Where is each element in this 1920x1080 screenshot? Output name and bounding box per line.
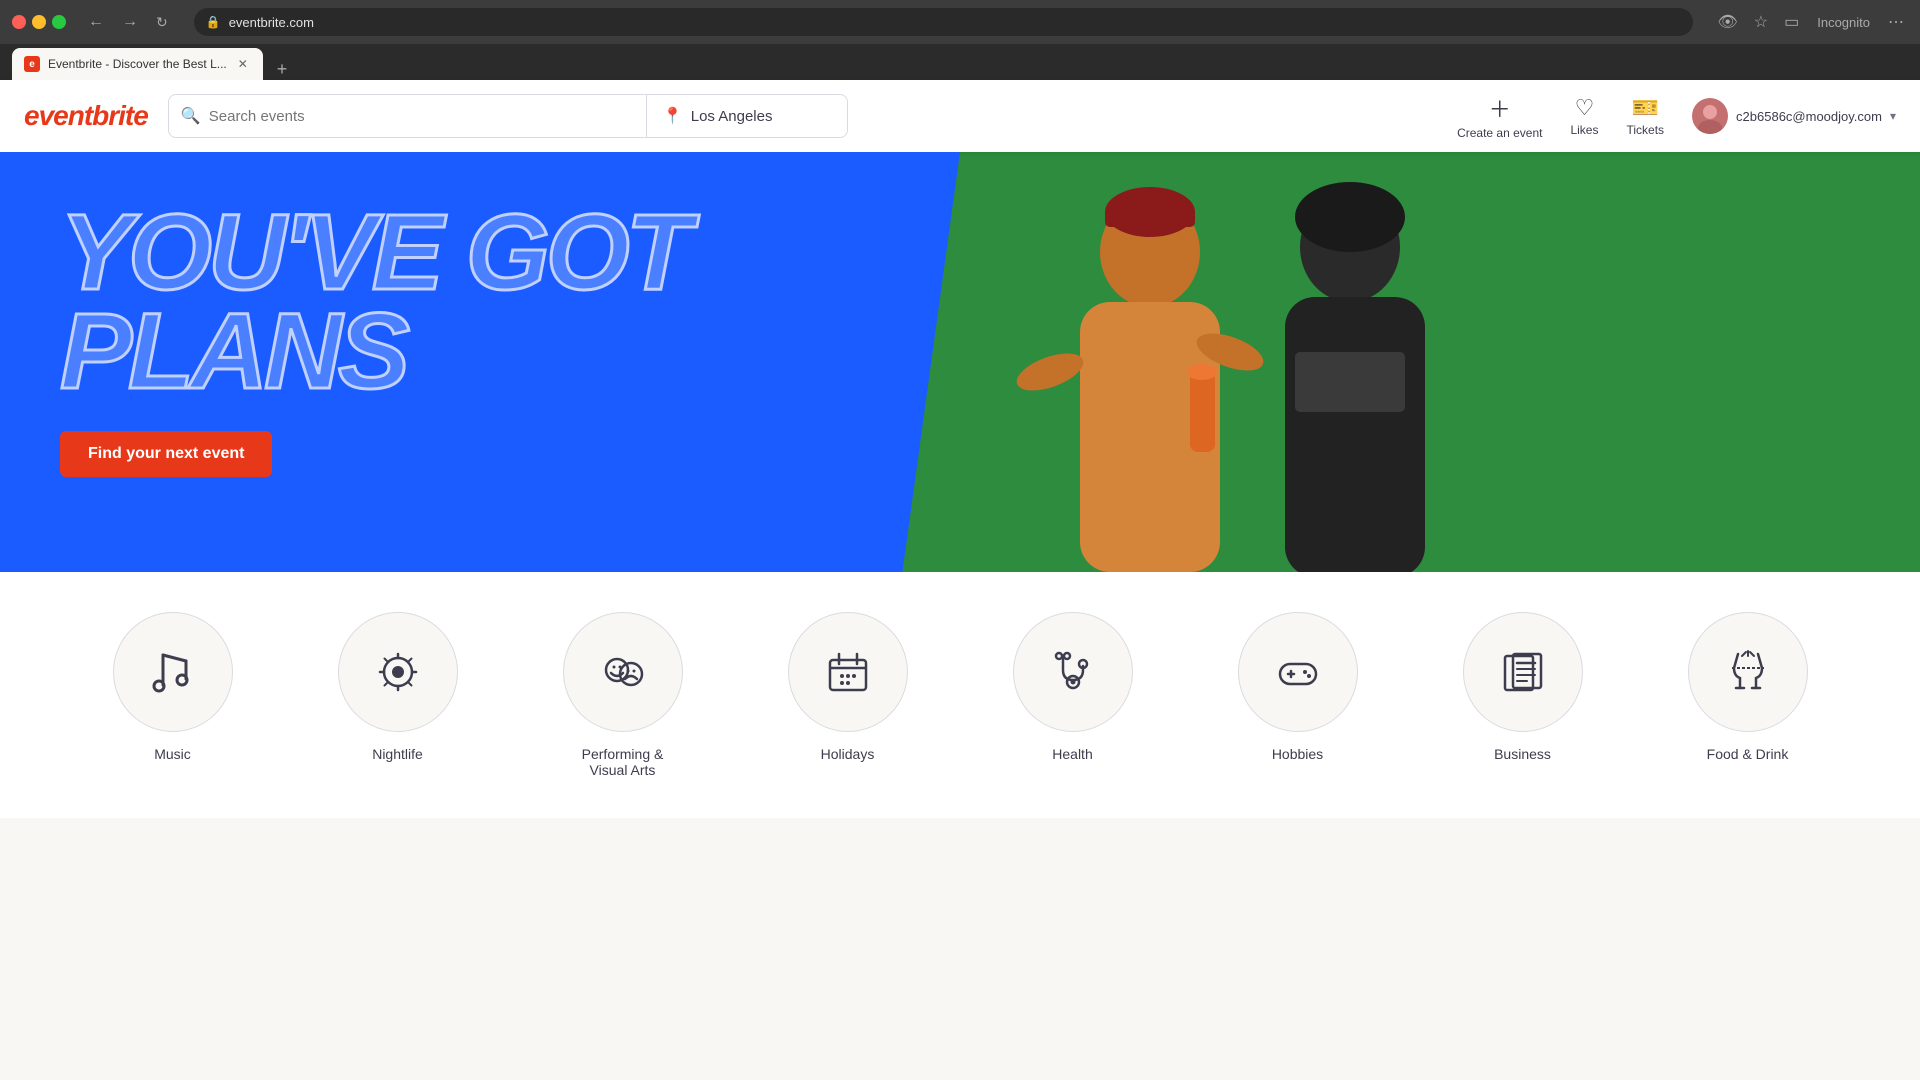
category-circle-food-drink	[1688, 612, 1808, 732]
window-controls	[12, 15, 66, 29]
category-circle-performing-arts	[563, 612, 683, 732]
browser-action-buttons: 👁 ☆ ▭ Incognito ⋯	[1713, 8, 1908, 36]
refresh-button[interactable]: ↻	[150, 9, 174, 35]
search-input-section[interactable]: 🔍	[169, 95, 647, 137]
likes-button[interactable]: ♡ Likes	[1570, 95, 1598, 137]
health-icon	[1047, 646, 1099, 698]
location-section[interactable]: 📍 Los Angeles	[647, 95, 847, 137]
eventbrite-logo[interactable]: eventbrite	[24, 100, 148, 132]
category-item-food-drink[interactable]: Food & Drink	[1668, 612, 1828, 762]
tab-bar: e Eventbrite - Discover the Best L... ✕ …	[0, 44, 1920, 80]
plus-icon: ＋	[1489, 92, 1511, 124]
category-circle-health	[1013, 612, 1133, 732]
category-label-nightlife: Nightlife	[372, 746, 423, 762]
chevron-down-icon: ▾	[1890, 109, 1896, 123]
hero-content: YOU'VE GOT PLANS Find your next event	[0, 152, 748, 507]
ticket-icon: 🎫	[1632, 95, 1659, 121]
user-email: c2b6586c@moodjoy.com	[1736, 109, 1882, 124]
site-header: eventbrite 🔍 📍 Los Angeles ＋ Create an e…	[0, 80, 1920, 152]
category-label-food-drink: Food & Drink	[1707, 746, 1789, 762]
category-circle-music	[113, 612, 233, 732]
browser-chrome: ← → ↻ 🔒 eventbrite.com 👁 ☆ ▭ Incognito ⋯	[0, 0, 1920, 44]
category-circle-holidays	[788, 612, 908, 732]
category-item-music[interactable]: Music	[93, 612, 253, 762]
category-label-hobbies: Hobbies	[1272, 746, 1323, 762]
category-label-holidays: Holidays	[821, 746, 875, 762]
category-label-health: Health	[1052, 746, 1092, 762]
browser-navigation: ← → ↻	[82, 9, 174, 35]
window-minimize-button[interactable]	[32, 15, 46, 29]
incognito-label: Incognito	[1817, 15, 1870, 30]
search-icon: 🔍	[181, 106, 201, 126]
new-tab-button[interactable]: +	[271, 59, 294, 80]
create-event-button[interactable]: ＋ Create an event	[1457, 92, 1542, 140]
tickets-label: Tickets	[1626, 123, 1664, 137]
category-circle-hobbies	[1238, 612, 1358, 732]
category-item-performing-arts[interactable]: Performing & Visual Arts	[543, 612, 703, 778]
eye-icon[interactable]: 👁	[1713, 8, 1741, 36]
hero-cta: Find your next event	[60, 431, 688, 477]
category-grid: Music Nightlife	[60, 612, 1860, 778]
nightlife-icon	[372, 646, 424, 698]
more-options-icon[interactable]: ⋯	[1884, 8, 1908, 36]
security-icon: 🔒	[206, 15, 221, 29]
music-icon	[148, 647, 198, 697]
category-item-business[interactable]: Business	[1443, 612, 1603, 762]
category-label-performing-arts: Performing & Visual Arts	[563, 746, 683, 778]
bookmark-icon[interactable]: ☆	[1750, 8, 1772, 36]
create-event-label: Create an event	[1457, 126, 1542, 140]
find-event-button[interactable]: Find your next event	[60, 431, 272, 477]
performing-arts-icon	[597, 646, 649, 698]
address-bar[interactable]: 🔒 eventbrite.com	[194, 8, 1694, 36]
holidays-icon	[822, 646, 874, 698]
category-circle-business	[1463, 612, 1583, 732]
categories-section: Music Nightlife	[0, 572, 1920, 818]
search-bar: 🔍 📍 Los Angeles	[168, 94, 848, 138]
category-item-nightlife[interactable]: Nightlife	[318, 612, 478, 762]
food-drink-icon	[1722, 646, 1774, 698]
location-text: Los Angeles	[691, 108, 773, 125]
business-icon	[1497, 646, 1549, 698]
category-item-hobbies[interactable]: Hobbies	[1218, 612, 1378, 762]
window-close-button[interactable]	[12, 15, 26, 29]
hero-headline: YOU'VE GOT PLANS	[60, 202, 688, 401]
hobbies-icon	[1272, 646, 1324, 698]
tab-favicon: e	[24, 56, 40, 72]
hero-banner: YOU'VE GOT PLANS Find your next event	[0, 152, 1920, 572]
category-label-music: Music	[154, 746, 191, 762]
sidebar-icon[interactable]: ▭	[1780, 8, 1803, 36]
forward-button[interactable]: →	[116, 9, 144, 35]
active-tab[interactable]: e Eventbrite - Discover the Best L... ✕	[12, 48, 263, 80]
heart-icon: ♡	[1575, 95, 1595, 121]
category-item-holidays[interactable]: Holidays	[768, 612, 928, 762]
header-actions: ＋ Create an event ♡ Likes 🎫 Tickets c2b6…	[1457, 92, 1896, 140]
user-account-menu[interactable]: c2b6586c@moodjoy.com ▾	[1692, 98, 1896, 134]
category-label-business: Business	[1494, 746, 1551, 762]
tab-close-button[interactable]: ✕	[235, 56, 251, 72]
tab-title: Eventbrite - Discover the Best L...	[48, 57, 227, 71]
category-circle-nightlife	[338, 612, 458, 732]
address-text: eventbrite.com	[229, 15, 314, 30]
category-item-health[interactable]: Health	[993, 612, 1153, 762]
likes-label: Likes	[1570, 123, 1598, 137]
tickets-button[interactable]: 🎫 Tickets	[1626, 95, 1664, 137]
window-maximize-button[interactable]	[52, 15, 66, 29]
user-avatar	[1692, 98, 1728, 134]
search-input[interactable]	[209, 108, 634, 125]
back-button[interactable]: ←	[82, 9, 110, 35]
location-pin-icon: 📍	[663, 106, 683, 126]
